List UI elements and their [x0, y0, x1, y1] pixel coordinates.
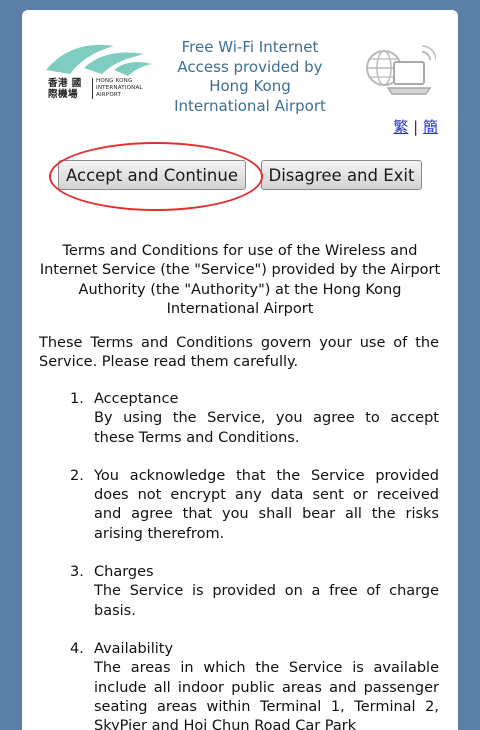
clause-heading: Acceptance [94, 391, 179, 407]
clause-body: The Service is provided on a free of cha… [94, 583, 439, 619]
terms-clause: 2. You acknowledge that the Service prov… [39, 467, 439, 544]
clause-body: The areas in which the Service is availa… [94, 660, 439, 730]
airport-logo-mark [46, 44, 152, 76]
clause-heading: Availability [94, 640, 174, 657]
clause-number: 2. [70, 467, 84, 484]
logo-english-text: HONG KONG INTERNATIONAL AIRPORT [92, 78, 156, 99]
language-switcher: 繁 | 簡 [393, 116, 438, 137]
laptop-wifi-icon [364, 42, 437, 102]
terms-clause: 1. Acceptance By using the Service, you … [39, 390, 439, 448]
clause-body: You acknowledge that the Service provide… [94, 467, 439, 542]
clause-heading: Charges [94, 564, 154, 581]
disagree-button[interactable]: Disagree and Exit [261, 160, 422, 190]
logo-chinese-text: 香港 國際機場 [48, 78, 82, 100]
clause-body: By using the Service, you agree to accep… [94, 410, 439, 446]
terms-title: Terms and Conditions for use of the Wire… [39, 243, 441, 317]
terms-clause: 4. Availability The areas in which the S… [39, 640, 439, 730]
terms-clause-list: 1. Acceptance By using the Service, you … [39, 390, 439, 730]
page-title: Free Wi-Fi Internet Access provided by H… [174, 38, 326, 115]
accept-button[interactable]: Accept and Continue [58, 160, 246, 190]
portal-card: 香港 國際機場 HONG KONG INTERNATIONAL AIRPORT … [22, 10, 458, 730]
clause-number: 1. [70, 391, 84, 407]
terms-clause: 3. Charges The Service is provided on a … [39, 563, 439, 621]
terms-intro: These Terms and Conditions govern your u… [39, 335, 439, 371]
airport-logo: 香港 國際機場 HONG KONG INTERNATIONAL AIRPORT [44, 40, 154, 106]
language-separator: | [413, 118, 419, 136]
clause-number: 4. [70, 640, 84, 657]
clause-number: 3. [70, 564, 84, 581]
simplified-chinese-link[interactable]: 簡 [423, 118, 438, 136]
traditional-chinese-link[interactable]: 繁 [393, 118, 408, 136]
